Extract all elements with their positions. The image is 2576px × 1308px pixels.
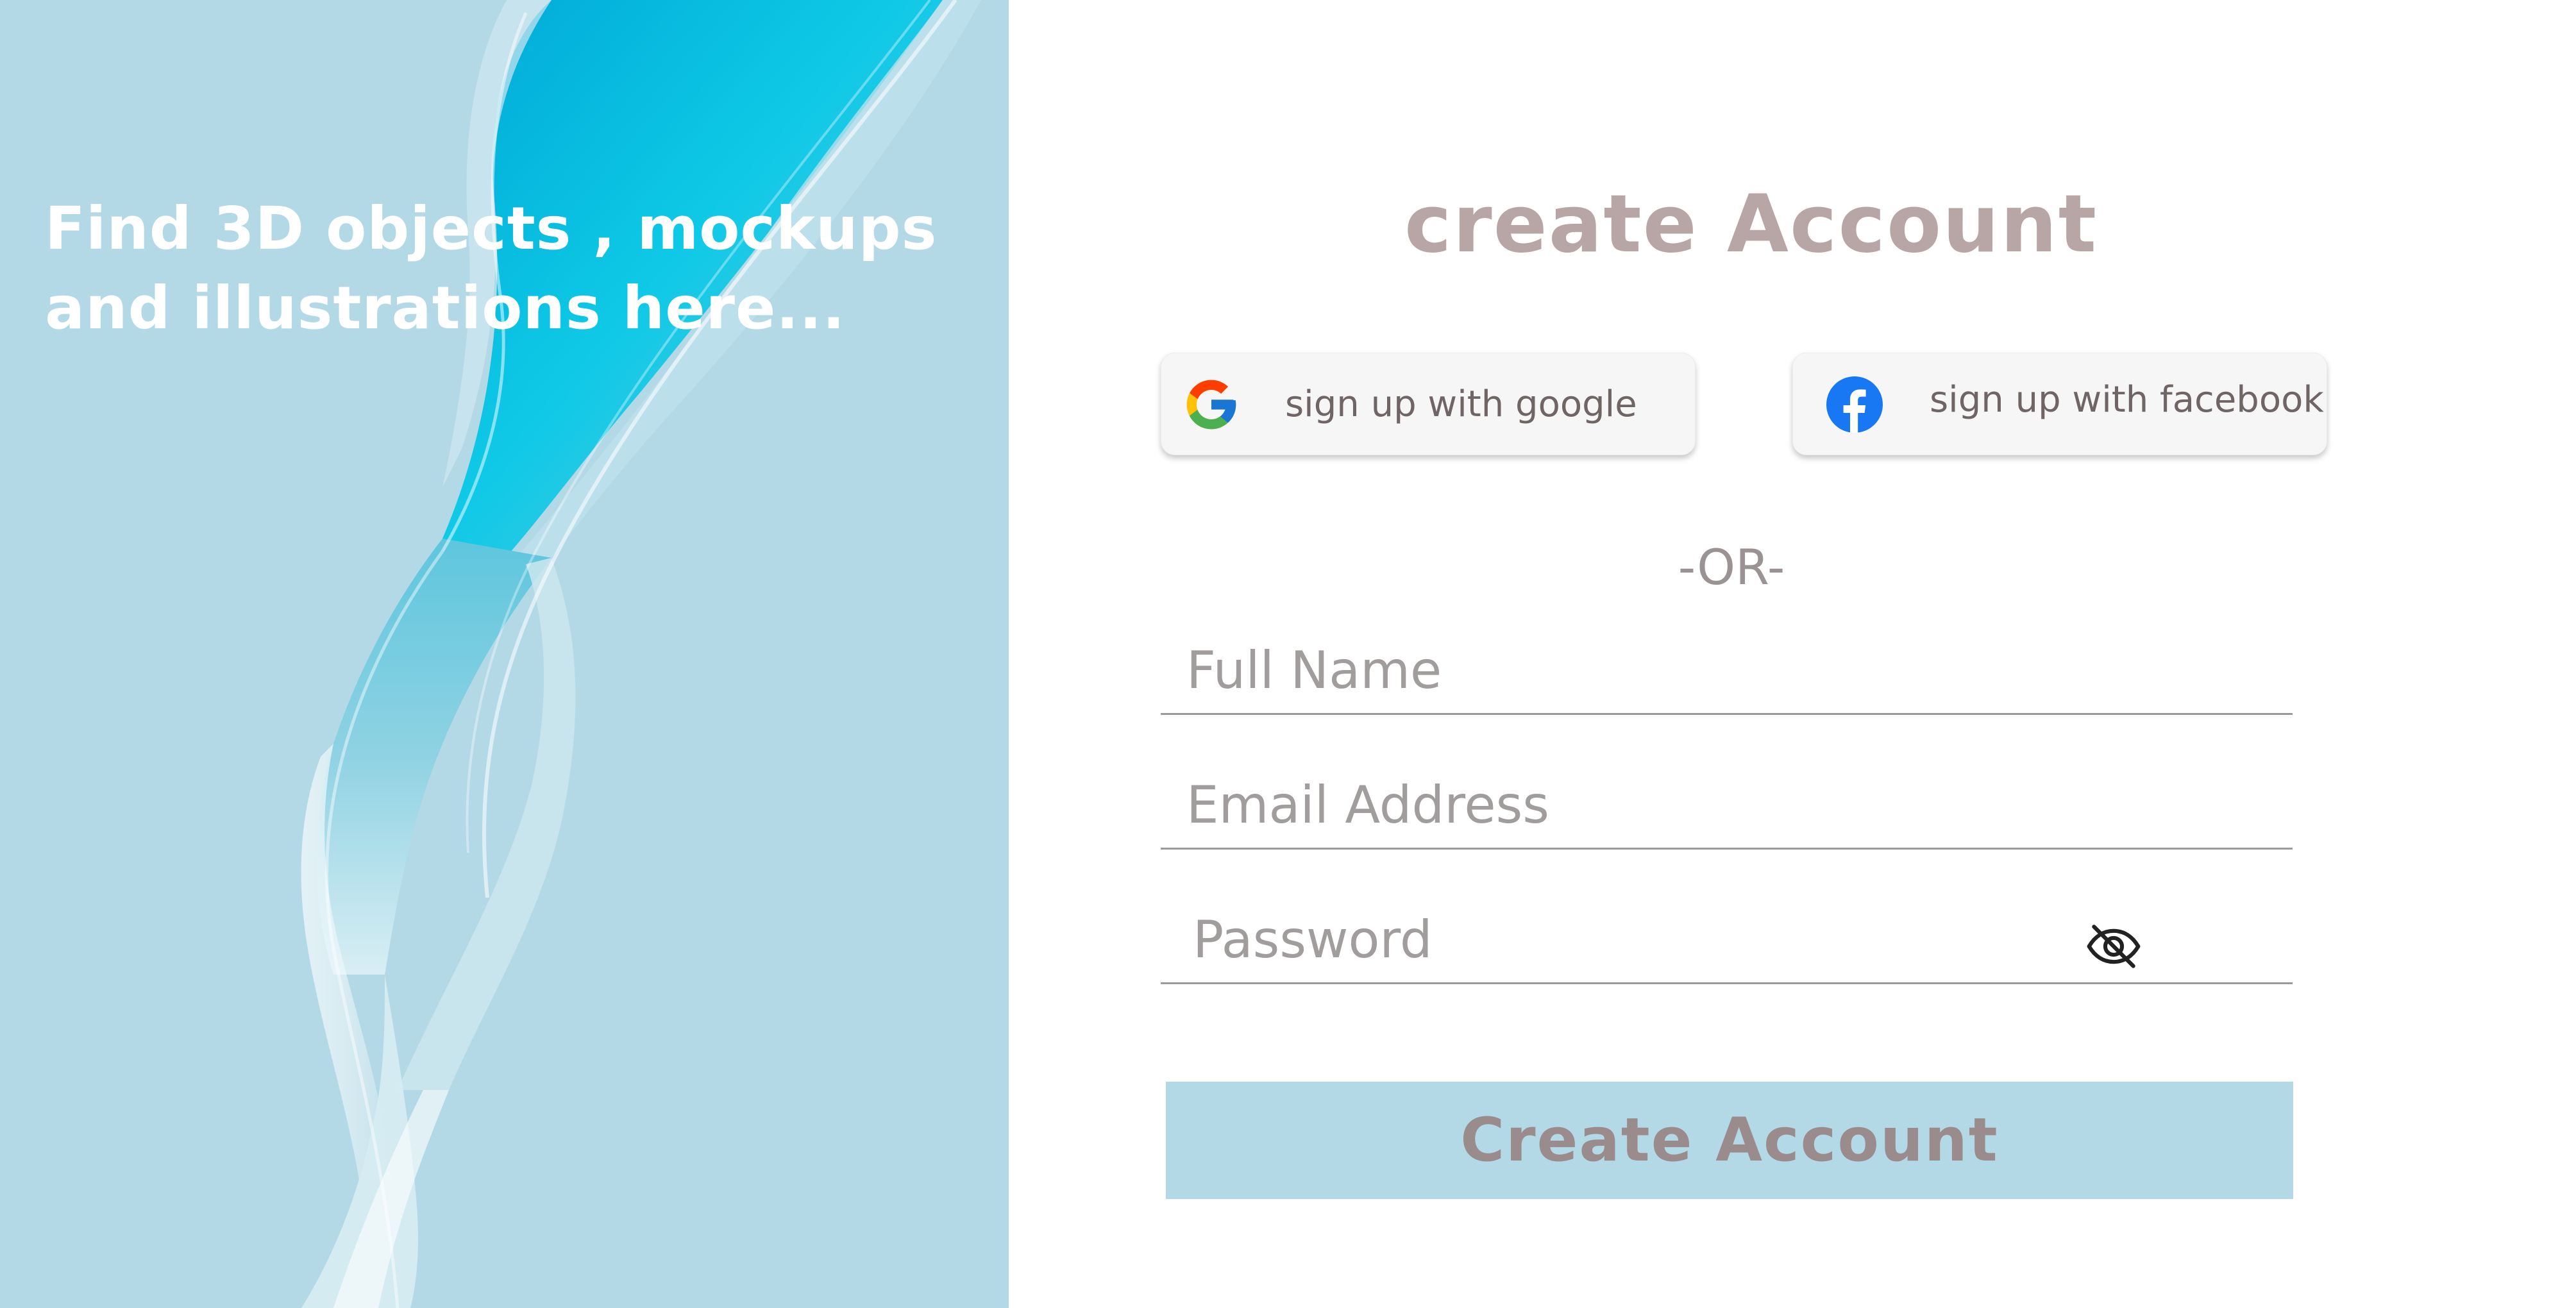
hero-tagline: Find 3D objects , mockups and illustrati… — [45, 194, 938, 342]
or-divider: -OR- — [1678, 539, 1785, 596]
google-signup-button[interactable]: sign up with google — [1161, 353, 1696, 455]
create-account-button[interactable]: Create Account — [1166, 1082, 2293, 1199]
full-name-input[interactable] — [1186, 638, 2187, 702]
full-name-field — [1161, 638, 2293, 715]
email-field — [1161, 773, 2293, 850]
facebook-logo-icon — [1824, 374, 1883, 433]
signup-page: Find 3D objects , mockups and illustrati… — [0, 0, 2576, 1308]
facebook-signup-label: sign up with facebook — [1930, 379, 2324, 421]
eye-slash-icon[interactable] — [2084, 917, 2143, 976]
google-logo-icon — [1182, 375, 1241, 434]
hero-panel: Find 3D objects , mockups and illustrati… — [0, 0, 1009, 1308]
google-signup-label: sign up with google — [1285, 383, 1637, 425]
page-title: create Account — [1404, 178, 2098, 271]
password-input[interactable] — [1193, 907, 2193, 971]
facebook-signup-button[interactable]: sign up with facebook — [1792, 353, 2327, 455]
email-input[interactable] — [1186, 773, 2187, 837]
password-field — [1161, 907, 2293, 984]
